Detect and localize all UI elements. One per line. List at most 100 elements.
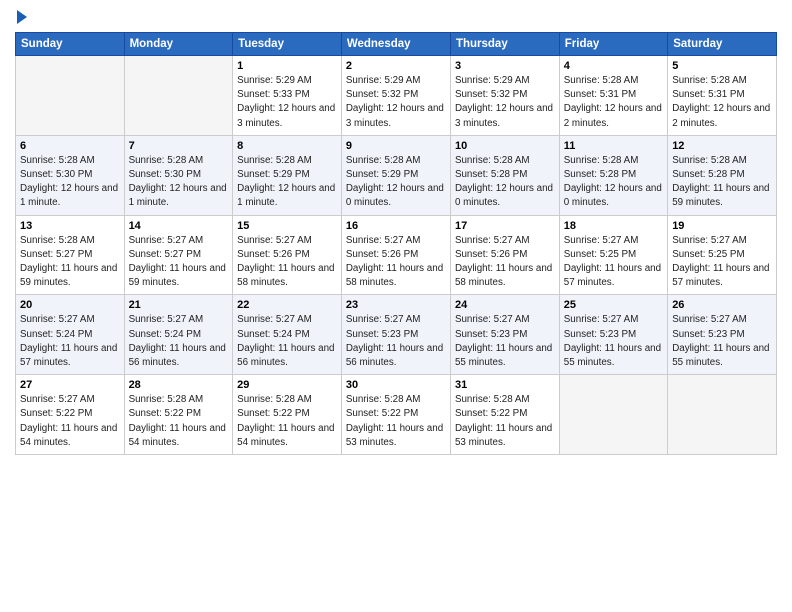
day-info: Sunrise: 5:27 AMSunset: 5:27 PMDaylight:… [129, 234, 229, 291]
day-number: 22 [237, 299, 337, 311]
calendar-day-cell: 16 Sunrise: 5:27 AMSunset: 5:26 PMDayligh… [341, 215, 450, 295]
day-number: 3 [455, 60, 555, 72]
day-number: 10 [455, 140, 555, 152]
calendar-week-row: 1 Sunrise: 5:29 AMSunset: 5:33 PMDaylight… [16, 56, 777, 136]
calendar-header-saturday: Saturday [668, 33, 777, 56]
day-info: Sunrise: 5:27 AMSunset: 5:25 PMDaylight:… [672, 234, 772, 291]
day-info: Sunrise: 5:28 AMSunset: 5:22 PMDaylight:… [455, 393, 555, 450]
day-number: 30 [346, 379, 446, 391]
day-number: 24 [455, 299, 555, 311]
day-info: Sunrise: 5:27 AMSunset: 5:25 PMDaylight:… [564, 234, 663, 291]
day-info: Sunrise: 5:27 AMSunset: 5:26 PMDaylight:… [346, 234, 446, 291]
day-info: Sunrise: 5:27 AMSunset: 5:26 PMDaylight:… [455, 234, 555, 291]
calendar-week-row: 13 Sunrise: 5:28 AMSunset: 5:27 PMDayligh… [16, 215, 777, 295]
day-info: Sunrise: 5:29 AMSunset: 5:33 PMDaylight:… [237, 74, 337, 131]
calendar-day-cell: 25Sunrise: 5:27 AMSunset: 5:23 PMDayligh… [559, 295, 667, 375]
day-number: 1 [237, 60, 337, 72]
day-info: Sunrise: 5:27 AMSunset: 5:23 PMDaylight:… [672, 313, 772, 370]
calendar-header-monday: Monday [124, 33, 233, 56]
calendar-day-cell [16, 56, 125, 136]
day-number: 29 [237, 379, 337, 391]
day-info: Sunrise: 5:27 AMSunset: 5:22 PMDaylight:… [20, 393, 120, 450]
day-info: Sunrise: 5:29 AMSunset: 5:32 PMDaylight:… [346, 74, 446, 131]
day-info: Sunrise: 5:28 AMSunset: 5:28 PMDaylight:… [455, 154, 555, 211]
calendar-day-cell: 21 Sunrise: 5:27 AMSunset: 5:24 PMDayligh… [124, 295, 233, 375]
day-info: Sunrise: 5:27 AMSunset: 5:23 PMDaylight:… [346, 313, 446, 370]
day-info: Sunrise: 5:27 AMSunset: 5:24 PMDaylight:… [237, 313, 337, 370]
day-number: 4 [564, 60, 663, 72]
calendar-day-cell: 23Sunrise: 5:27 AMSunset: 5:23 PMDayligh… [341, 295, 450, 375]
day-number: 8 [237, 140, 337, 152]
calendar-day-cell: 13 Sunrise: 5:28 AMSunset: 5:27 PMDayligh… [16, 215, 125, 295]
day-number: 7 [129, 140, 229, 152]
calendar-day-cell: 5 Sunrise: 5:28 AMSunset: 5:31 PMDaylight… [668, 56, 777, 136]
calendar-day-cell: 17 Sunrise: 5:27 AMSunset: 5:26 PMDayligh… [450, 215, 559, 295]
day-number: 17 [455, 220, 555, 232]
calendar-day-cell: 11 Sunrise: 5:28 AMSunset: 5:28 PMDayligh… [559, 135, 667, 215]
day-info: Sunrise: 5:28 AMSunset: 5:30 PMDaylight:… [20, 154, 120, 211]
calendar-day-cell: 2Sunrise: 5:29 AMSunset: 5:32 PMDaylight… [341, 56, 450, 136]
calendar-day-cell: 1 Sunrise: 5:29 AMSunset: 5:33 PMDaylight… [233, 56, 342, 136]
day-info: Sunrise: 5:28 AMSunset: 5:29 PMDaylight:… [346, 154, 446, 211]
calendar-day-cell: 7 Sunrise: 5:28 AMSunset: 5:30 PMDaylight… [124, 135, 233, 215]
day-number: 18 [564, 220, 663, 232]
calendar-week-row: 20 Sunrise: 5:27 AMSunset: 5:24 PMDayligh… [16, 295, 777, 375]
day-info: Sunrise: 5:27 AMSunset: 5:24 PMDaylight:… [20, 313, 120, 370]
day-number: 15 [237, 220, 337, 232]
calendar-header-sunday: Sunday [16, 33, 125, 56]
day-info: Sunrise: 5:28 AMSunset: 5:30 PMDaylight:… [129, 154, 229, 211]
calendar-day-cell: 8 Sunrise: 5:28 AMSunset: 5:29 PMDaylight… [233, 135, 342, 215]
calendar-day-cell: 12 Sunrise: 5:28 AMSunset: 5:28 PMDayligh… [668, 135, 777, 215]
day-info: Sunrise: 5:28 AMSunset: 5:28 PMDaylight:… [672, 154, 772, 211]
calendar-day-cell: 4 Sunrise: 5:28 AMSunset: 5:31 PMDaylight… [559, 56, 667, 136]
calendar-day-cell: 9 Sunrise: 5:28 AMSunset: 5:29 PMDaylight… [341, 135, 450, 215]
calendar-day-cell: 14 Sunrise: 5:27 AMSunset: 5:27 PMDayligh… [124, 215, 233, 295]
day-info: Sunrise: 5:28 AMSunset: 5:22 PMDaylight:… [346, 393, 446, 450]
calendar-header-wednesday: Wednesday [341, 33, 450, 56]
calendar-day-cell: 28 Sunrise: 5:28 AMSunset: 5:22 PMDayligh… [124, 375, 233, 455]
day-info: Sunrise: 5:28 AMSunset: 5:29 PMDaylight:… [237, 154, 337, 211]
day-number: 9 [346, 140, 446, 152]
day-info: Sunrise: 5:28 AMSunset: 5:31 PMDaylight:… [564, 74, 663, 131]
calendar-day-cell: 3 Sunrise: 5:29 AMSunset: 5:32 PMDaylight… [450, 56, 559, 136]
day-number: 21 [129, 299, 229, 311]
day-info: Sunrise: 5:27 AMSunset: 5:24 PMDaylight:… [129, 313, 229, 370]
day-number: 31 [455, 379, 555, 391]
day-info: Sunrise: 5:27 AMSunset: 5:26 PMDaylight:… [237, 234, 337, 291]
calendar-header-tuesday: Tuesday [233, 33, 342, 56]
calendar-header-row: SundayMondayTuesdayWednesdayThursdayFrid… [16, 33, 777, 56]
day-number: 11 [564, 140, 663, 152]
calendar-day-cell [124, 56, 233, 136]
day-info: Sunrise: 5:28 AMSunset: 5:22 PMDaylight:… [237, 393, 337, 450]
calendar-day-cell: 18 Sunrise: 5:27 AMSunset: 5:25 PMDayligh… [559, 215, 667, 295]
day-info: Sunrise: 5:29 AMSunset: 5:32 PMDaylight:… [455, 74, 555, 131]
day-number: 20 [20, 299, 120, 311]
calendar-day-cell: 30 Sunrise: 5:28 AMSunset: 5:22 PMDayligh… [341, 375, 450, 455]
day-number: 5 [672, 60, 772, 72]
calendar-day-cell: 31 Sunrise: 5:28 AMSunset: 5:22 PMDayligh… [450, 375, 559, 455]
day-number: 26 [672, 299, 772, 311]
day-number: 12 [672, 140, 772, 152]
page-header [15, 10, 777, 24]
calendar-day-cell: 6Sunrise: 5:28 AMSunset: 5:30 PMDaylight… [16, 135, 125, 215]
day-number: 13 [20, 220, 120, 232]
calendar-day-cell: 22 Sunrise: 5:27 AMSunset: 5:24 PMDayligh… [233, 295, 342, 375]
calendar-day-cell: 29 Sunrise: 5:28 AMSunset: 5:22 PMDayligh… [233, 375, 342, 455]
day-info: Sunrise: 5:28 AMSunset: 5:28 PMDaylight:… [564, 154, 663, 211]
calendar-day-cell: 15 Sunrise: 5:27 AMSunset: 5:26 PMDayligh… [233, 215, 342, 295]
calendar-day-cell: 10 Sunrise: 5:28 AMSunset: 5:28 PMDayligh… [450, 135, 559, 215]
day-number: 14 [129, 220, 229, 232]
day-info: Sunrise: 5:28 AMSunset: 5:22 PMDaylight:… [129, 393, 229, 450]
day-info: Sunrise: 5:28 AMSunset: 5:31 PMDaylight:… [672, 74, 772, 131]
calendar-day-cell [668, 375, 777, 455]
calendar-day-cell: 26 Sunrise: 5:27 AMSunset: 5:23 PMDayligh… [668, 295, 777, 375]
day-number: 27 [20, 379, 120, 391]
day-number: 16 [346, 220, 446, 232]
day-number: 28 [129, 379, 229, 391]
calendar-header-thursday: Thursday [450, 33, 559, 56]
calendar-day-cell: 24Sunrise: 5:27 AMSunset: 5:23 PMDayligh… [450, 295, 559, 375]
day-number: 25 [564, 299, 663, 311]
day-number: 19 [672, 220, 772, 232]
calendar-table: SundayMondayTuesdayWednesdayThursdayFrid… [15, 32, 777, 455]
day-info: Sunrise: 5:28 AMSunset: 5:27 PMDaylight:… [20, 234, 120, 291]
